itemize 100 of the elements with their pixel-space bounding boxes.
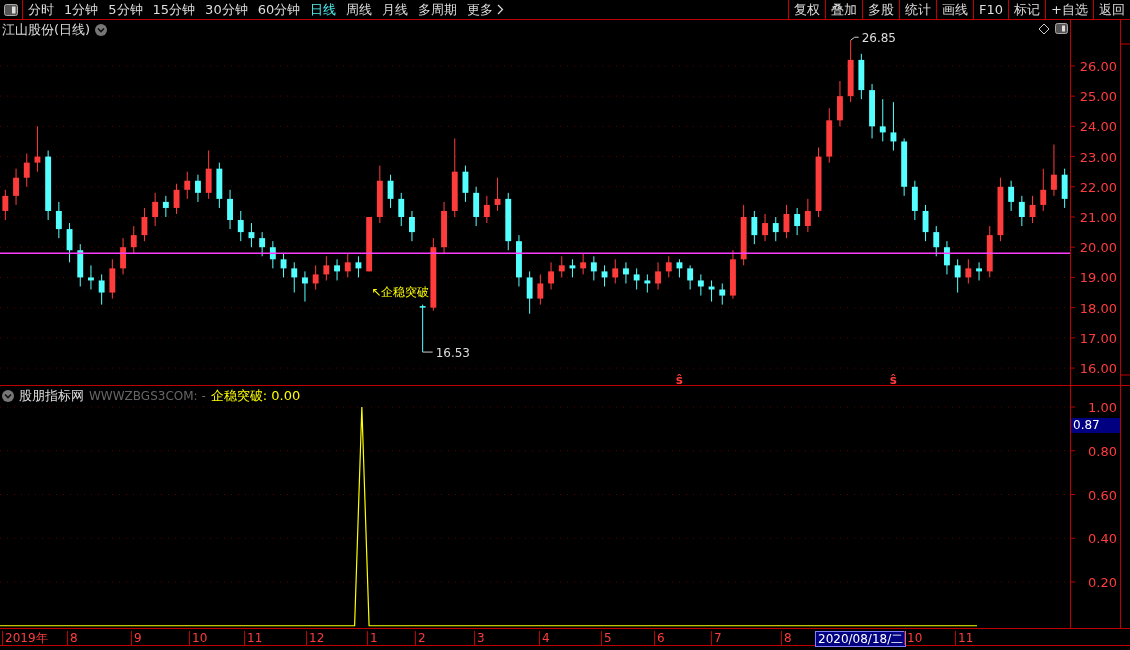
- toolbar-button[interactable]: 标记: [1008, 0, 1046, 19]
- period-tab[interactable]: 周线: [341, 0, 378, 19]
- candlestick: [312, 264, 319, 291]
- candlestick: [162, 195, 169, 218]
- toolbar-button[interactable]: F10: [973, 0, 1009, 19]
- indicator-reading: 企稳突破: 0.00: [210, 387, 301, 405]
- period-tab[interactable]: 多周期: [413, 0, 463, 19]
- date-label: 9: [131, 631, 144, 645]
- axis-label: 0.20: [1088, 575, 1117, 590]
- candlestick: [398, 192, 405, 227]
- date-label: 1: [367, 631, 380, 645]
- period-tab[interactable]: 60分钟: [252, 0, 306, 19]
- candlestick: [633, 267, 640, 291]
- toolbar-button[interactable]: 返回: [1093, 0, 1130, 19]
- axis-label: 20.00: [1079, 240, 1117, 256]
- chevron-down-icon[interactable]: [2, 390, 14, 402]
- candlestick: [237, 210, 244, 242]
- sell-marker: ŝ: [675, 373, 684, 385]
- period-tab[interactable]: 15分钟: [147, 0, 201, 19]
- date-label: 2019年: [2, 631, 50, 645]
- axis-label: 26.00: [1079, 58, 1117, 74]
- period-tab[interactable]: 分时: [23, 0, 59, 19]
- period-tab[interactable]: 1分钟: [59, 0, 104, 19]
- date-label: 7: [711, 631, 724, 645]
- date-label: 10: [904, 631, 925, 645]
- candlestick: [344, 252, 351, 278]
- candlestick: [323, 255, 330, 281]
- candlestick: [419, 304, 426, 353]
- date-label: 12: [306, 631, 327, 645]
- candlestick: [526, 270, 533, 315]
- period-tab[interactable]: 月线: [377, 0, 414, 19]
- chevron-right-icon: [497, 4, 505, 15]
- period-tab[interactable]: 30分钟: [200, 0, 253, 19]
- low-price-label: 16.53: [435, 346, 470, 361]
- axis-label: 0.80: [1088, 443, 1117, 459]
- candlestick: [623, 261, 629, 284]
- axis-label: 1.00: [1088, 400, 1117, 415]
- candlestick: [933, 225, 940, 257]
- candlestick: [590, 255, 597, 281]
- candlestick: [302, 270, 308, 303]
- period-tab[interactable]: 日线: [305, 0, 342, 19]
- date-label: 8: [67, 631, 80, 645]
- date-label: 3: [474, 631, 487, 645]
- toolbar-button[interactable]: 复权: [788, 0, 826, 19]
- candlestick: [879, 98, 886, 142]
- axis-label: 25.00: [1079, 89, 1117, 105]
- axis-label: 0.40: [1088, 531, 1117, 547]
- period-tab[interactable]: 5分钟: [103, 0, 148, 19]
- panel-toggle-icon[interactable]: [4, 3, 18, 16]
- high-price-label: 26.85: [861, 31, 896, 46]
- axis-label: 23.00: [1079, 149, 1117, 165]
- candlestick: [195, 174, 201, 203]
- sell-marker: ŝ: [889, 373, 898, 385]
- toolbar-button[interactable]: +自选: [1045, 0, 1093, 19]
- candlestick: [537, 273, 544, 306]
- candlestick: [804, 198, 811, 233]
- candlestick: [1018, 195, 1025, 227]
- candlestick: [548, 261, 554, 291]
- chart-title: 江山股份(日线): [2, 21, 91, 39]
- leader-line: [850, 36, 860, 41]
- candlestick: [794, 207, 801, 236]
- chevron-down-icon[interactable]: [95, 24, 108, 36]
- candlestick: [580, 252, 587, 275]
- candlestick: [291, 261, 298, 294]
- candlestick: [1040, 168, 1047, 212]
- candlestick: [55, 201, 62, 239]
- candlestick: [184, 171, 191, 200]
- date-label: 11: [955, 631, 976, 645]
- axis-label: 24.00: [1079, 119, 1117, 135]
- toolbar-button[interactable]: 统计: [899, 0, 937, 19]
- candlestick: [697, 273, 704, 297]
- candlestick: [23, 153, 30, 188]
- panel-toggle-icon[interactable]: [1055, 23, 1068, 34]
- date-label: 2020/08/18/二: [815, 631, 907, 647]
- candlestick: [269, 240, 276, 269]
- candlestick: [334, 258, 340, 281]
- diamond-icon[interactable]: [1038, 23, 1050, 35]
- indicator-name: 股朋指标网: [19, 387, 84, 405]
- toolbar-button[interactable]: 画线: [936, 0, 974, 19]
- cursor-value-label: 0.87: [1071, 418, 1120, 433]
- candlestick: [965, 258, 972, 284]
- candlestick: [655, 261, 661, 291]
- candlestick: [13, 168, 19, 206]
- candlestick: [558, 255, 565, 278]
- date-label: 11: [244, 631, 265, 645]
- date-label: 4: [539, 631, 552, 645]
- axis-label: 21.00: [1079, 210, 1117, 225]
- period-tab[interactable]: 更多: [462, 0, 510, 19]
- date-label: 2: [415, 631, 428, 645]
- toolbar-button[interactable]: 多股: [862, 0, 900, 19]
- axis-label: 22.00: [1079, 179, 1117, 195]
- toolbar-button[interactable]: 叠加: [825, 0, 863, 19]
- date-label: 10: [189, 631, 210, 645]
- signal-label: ↖企稳突破: [371, 285, 430, 299]
- candlestick: [88, 264, 94, 291]
- candlestick: [152, 192, 159, 227]
- candlestick: [409, 210, 415, 242]
- date-label: 5: [601, 631, 614, 645]
- axis-label: 0.60: [1088, 487, 1117, 503]
- candlestick: [762, 213, 768, 242]
